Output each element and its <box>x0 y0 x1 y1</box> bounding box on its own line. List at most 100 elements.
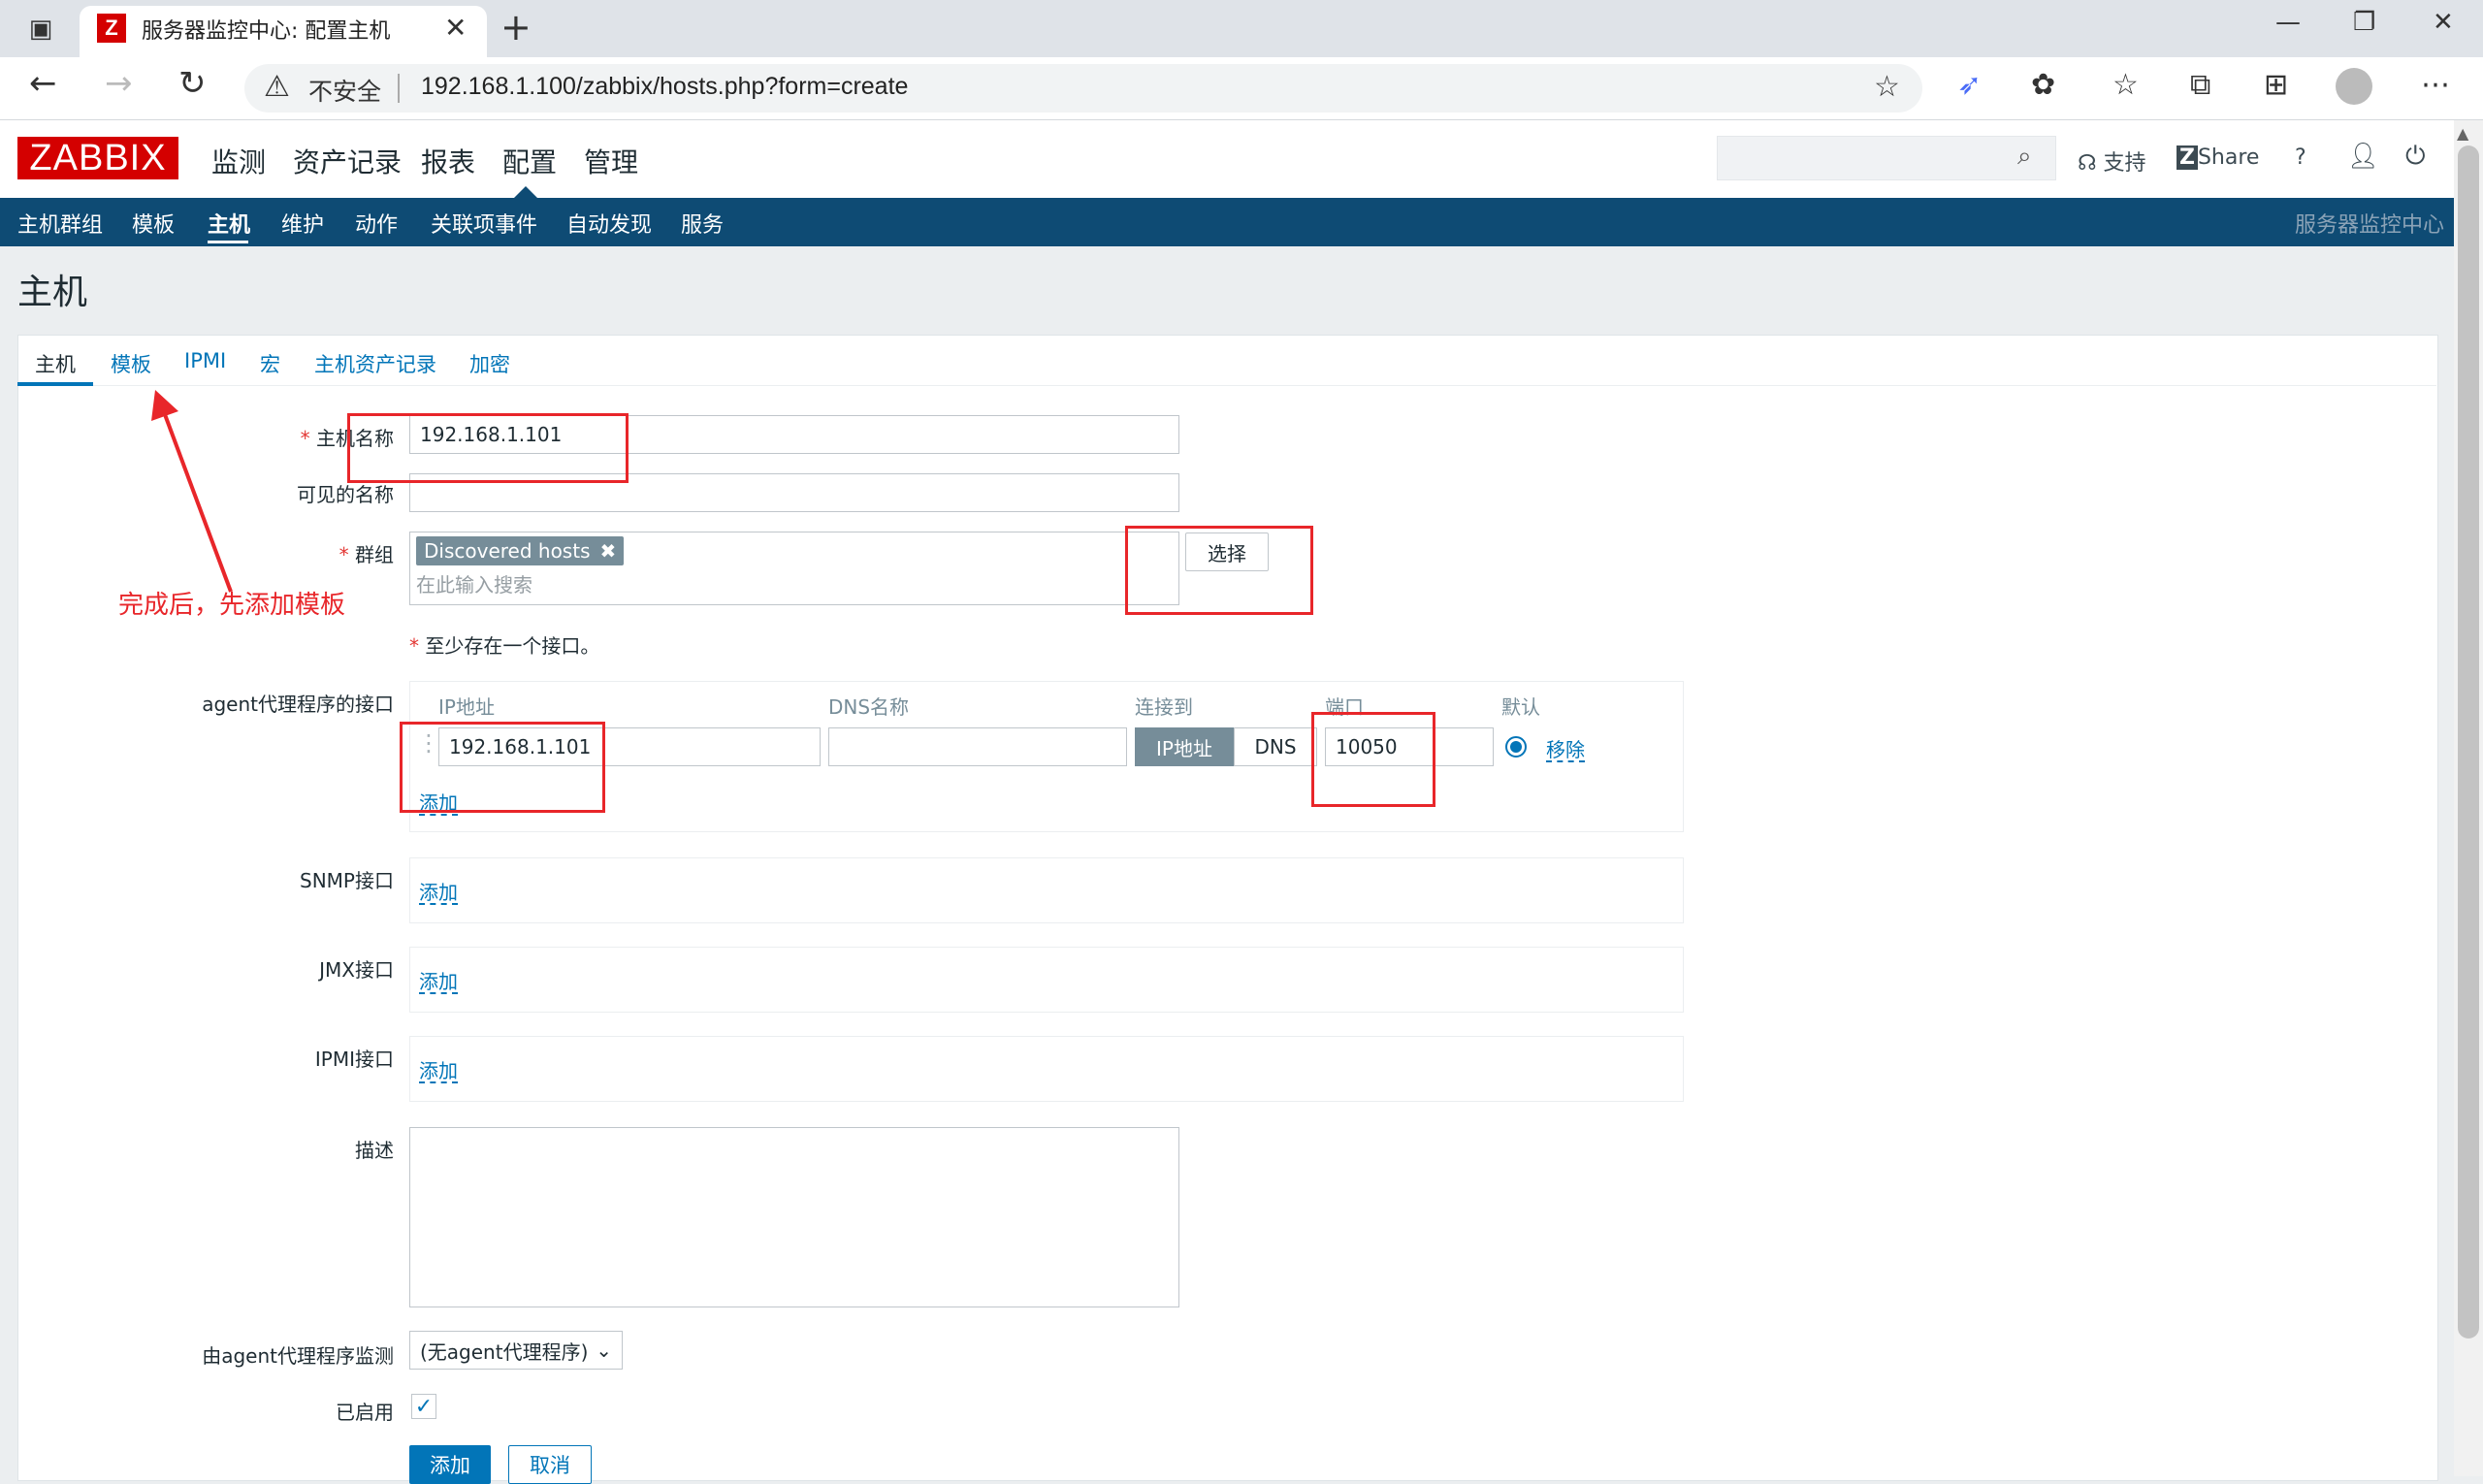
tab-host[interactable]: 主机 <box>35 349 76 378</box>
share-z-icon: Z <box>2177 145 2198 170</box>
groups-label: * 群组 <box>339 543 394 566</box>
extension-bird-icon[interactable]: ➶ <box>1957 68 1982 102</box>
minimize-icon[interactable]: — <box>2275 8 2301 37</box>
extensions-icon[interactable]: ✿ <box>2031 68 2055 102</box>
logout-icon[interactable]: ⏻ <box>2405 142 2426 172</box>
warning-icon[interactable]: ⚠ <box>264 70 290 104</box>
snmp-interfaces-box <box>409 857 1684 923</box>
favorites-icon[interactable]: ☆ <box>2112 68 2139 102</box>
back-icon[interactable]: ← <box>29 64 57 103</box>
jmx-label: JMX接口 <box>319 958 394 982</box>
tab-macros[interactable]: 宏 <box>260 349 280 378</box>
group-chip-label: Discovered hosts <box>424 539 591 563</box>
tab-actions-icon[interactable]: ▣ <box>17 10 64 48</box>
headset-icon: ☊ <box>2078 151 2097 176</box>
description-label: 描述 <box>355 1139 394 1162</box>
col-connect-header: 连接到 <box>1135 695 1193 719</box>
new-tab-icon[interactable]: + <box>500 6 532 48</box>
sub-menu-host-groups[interactable]: 主机群组 <box>17 208 103 239</box>
tab-selected-underline <box>17 382 93 386</box>
more-menu-icon[interactable]: ⋯ <box>2421 68 2450 102</box>
server-name: 服务器监控中心 <box>2295 213 2445 238</box>
address-divider <box>398 74 400 103</box>
interface-note: * 至少存在一个接口。 <box>409 634 600 658</box>
tab-ipmi[interactable]: IPMI <box>184 349 226 372</box>
restore-icon[interactable]: ❐ <box>2353 8 2375 37</box>
top-menu-reports[interactable]: 报表 <box>421 142 475 180</box>
top-menu-inventory[interactable]: 资产记录 <box>293 142 402 180</box>
sub-menu-maintenance[interactable]: 维护 <box>281 208 324 239</box>
add-snmp-interface-link[interactable]: 添加 <box>419 877 458 905</box>
col-default-header: 默认 <box>1501 695 1540 719</box>
ipmi-interfaces-box <box>409 1036 1684 1102</box>
sub-menu-templates[interactable]: 模板 <box>132 208 175 239</box>
support-label: 支持 <box>2103 151 2146 176</box>
add-ipmi-interface-link[interactable]: 添加 <box>419 1055 458 1083</box>
agent-interfaces-label: agent代理程序的接口 <box>202 693 394 716</box>
jmx-interfaces-box <box>409 947 1684 1013</box>
share-link[interactable]: Z Share <box>2177 145 2259 170</box>
tab-favicon-icon: Z <box>97 14 126 43</box>
sub-menu-selected-underline <box>208 241 248 243</box>
annotation-arrow <box>151 390 233 593</box>
tab-templates[interactable]: 模板 <box>111 349 151 378</box>
group-chip: Discovered hosts ✖ <box>416 536 625 565</box>
sub-menu-services[interactable]: 服务 <box>681 208 724 239</box>
help-link[interactable]: ? <box>2295 145 2306 170</box>
proxy-select-value: (无agent代理程序) <box>420 1339 589 1364</box>
proxy-select[interactable]: (无agent代理程序) ⌄ <box>409 1331 623 1370</box>
tab-close-icon[interactable]: ✕ <box>444 12 467 44</box>
performance-icon[interactable]: ⊞ <box>2264 68 2288 102</box>
top-menu-administration[interactable]: 管理 <box>584 142 638 180</box>
cancel-button[interactable]: 取消 <box>508 1445 592 1484</box>
add-jmx-interface-link[interactable]: 添加 <box>419 966 458 994</box>
scroll-up-icon[interactable]: ▲ <box>2457 124 2468 143</box>
checkmark-icon: ✓ <box>414 1394 434 1419</box>
connect-dns-toggle[interactable]: DNS <box>1234 727 1317 766</box>
page-title: 主机 <box>17 273 88 312</box>
search-icon[interactable]: ⌕ <box>2017 142 2032 172</box>
tab-encryption[interactable]: 加密 <box>469 349 510 378</box>
tab-title: 服务器监控中心: 配置主机 <box>142 19 391 44</box>
annotation-text: 完成后，先添加模板 <box>118 591 346 620</box>
annotation-box-host-name <box>347 413 629 483</box>
default-interface-radio[interactable] <box>1505 736 1527 758</box>
global-search-input[interactable] <box>1717 136 2056 180</box>
support-link[interactable]: ☊ 支持 <box>2078 145 2146 177</box>
top-menu-monitoring[interactable]: 监测 <box>211 142 266 180</box>
groups-multiselect[interactable]: Discovered hosts ✖ 在此输入搜索 <box>409 532 1179 605</box>
connect-ip-toggle[interactable]: IP地址 <box>1135 727 1234 766</box>
sub-menu-actions[interactable]: 动作 <box>355 208 398 239</box>
user-profile-icon[interactable]: 👤︎ <box>2347 142 2379 171</box>
tab-inventory[interactable]: 主机资产记录 <box>314 349 436 378</box>
profile-avatar[interactable] <box>2336 68 2372 105</box>
interface-dns-input[interactable] <box>828 727 1127 766</box>
sub-menu-correlation[interactable]: 关联项事件 <box>431 208 537 239</box>
enabled-checkbox[interactable]: ✓ <box>411 1394 436 1419</box>
forward-icon[interactable]: → <box>105 64 133 103</box>
ipmi-label: IPMI接口 <box>314 1048 394 1071</box>
top-menu-configuration[interactable]: 配置 <box>502 142 557 180</box>
share-label: Share <box>2197 145 2260 170</box>
add-favorite-icon[interactable]: ☆ <box>1874 70 1900 104</box>
window-close-icon[interactable]: ✕ <box>2433 8 2454 37</box>
sub-menu-hosts[interactable]: 主机 <box>208 208 250 239</box>
chevron-down-icon: ⌄ <box>596 1339 612 1362</box>
annotation-box-port <box>1311 712 1435 807</box>
annotation-box-ip <box>400 722 605 813</box>
annotation-box-select-group <box>1125 526 1313 615</box>
security-label[interactable]: 不安全 <box>308 73 381 108</box>
chip-remove-icon[interactable]: ✖ <box>599 539 616 563</box>
add-button[interactable]: 添加 <box>409 1445 491 1484</box>
url-text[interactable]: 192.168.1.100/zabbix/hosts.php?form=crea… <box>421 73 908 101</box>
col-dns-header: DNS名称 <box>828 695 910 719</box>
zabbix-logo[interactable]: ZABBIX <box>17 137 178 179</box>
description-textarea[interactable] <box>409 1127 1179 1307</box>
remove-interface-link[interactable]: 移除 <box>1546 734 1585 762</box>
selected-menu-marker <box>514 186 537 198</box>
groups-search-placeholder[interactable]: 在此输入搜索 <box>416 569 532 597</box>
reload-icon[interactable]: ↻ <box>178 64 207 103</box>
sub-menu-discovery[interactable]: 自动发现 <box>566 208 652 239</box>
collections-icon[interactable]: ⧉ <box>2190 68 2210 102</box>
scrollbar-thumb[interactable] <box>2458 145 2479 1339</box>
